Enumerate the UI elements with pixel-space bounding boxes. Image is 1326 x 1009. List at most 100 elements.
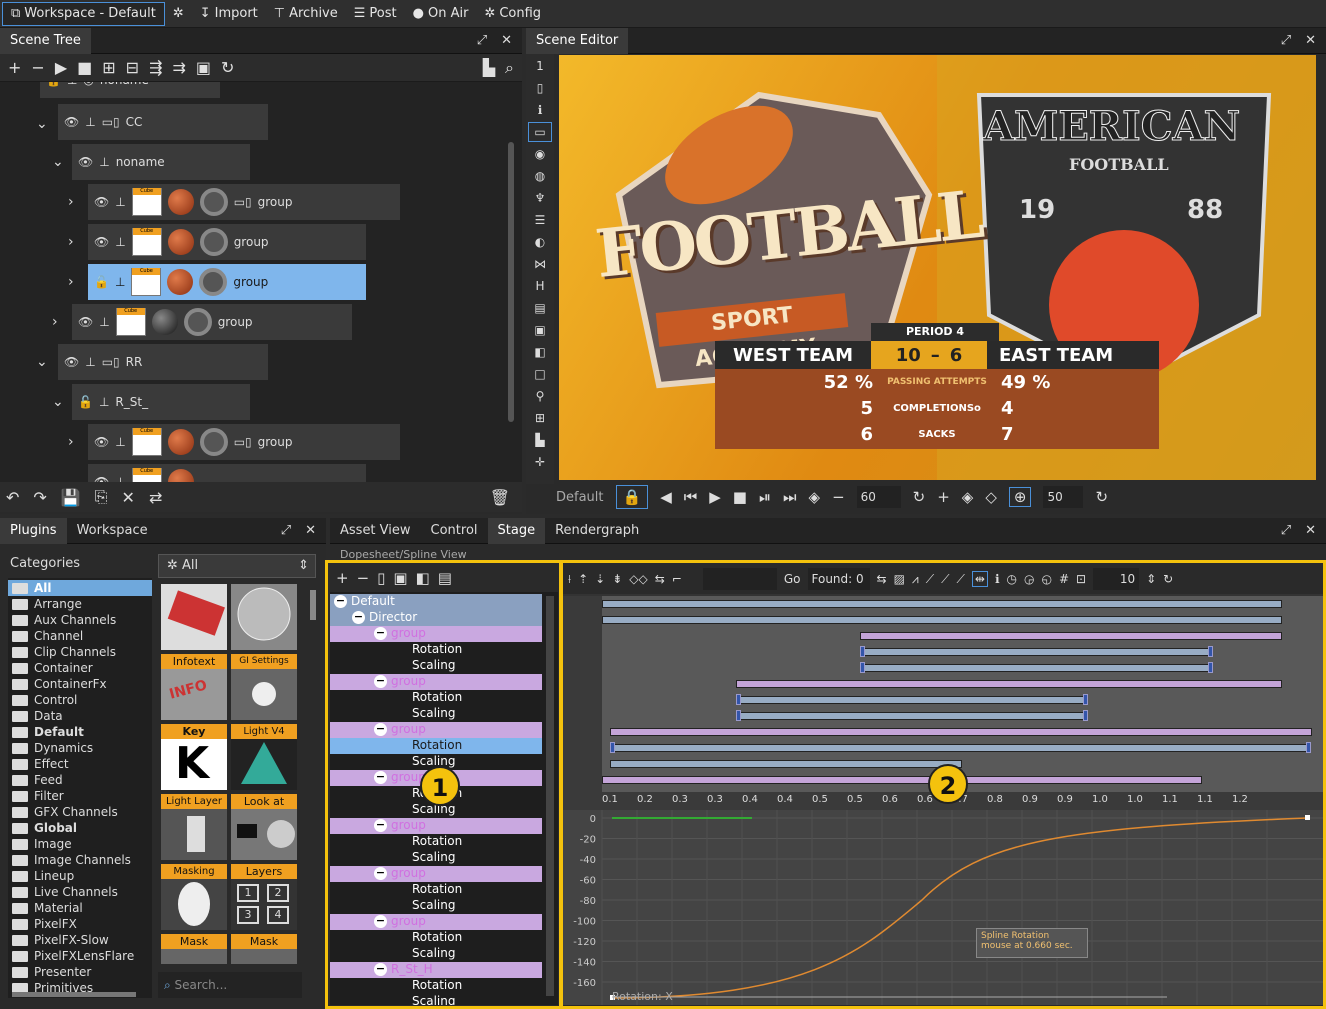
category-item[interactable]: Image Channels — [8, 852, 152, 868]
plugin-tile-light-v4[interactable]: Light V4 — [231, 724, 297, 790]
loop2-icon[interactable]: ↻ — [1095, 488, 1108, 506]
category-item[interactable]: Data — [8, 708, 152, 724]
trash-icon[interactable]: 🗑 — [490, 488, 510, 507]
category-item[interactable]: Arrange — [8, 596, 152, 612]
import-menu[interactable]: ↧ Import — [192, 0, 266, 28]
category-hscrollbar[interactable] — [12, 992, 136, 997]
tab-workspace[interactable]: Workspace — [67, 518, 158, 544]
eye-icon[interactable]: 👁 — [64, 115, 79, 129]
plus-icon[interactable]: + — [937, 488, 950, 506]
close-icon[interactable]: ✕ — [305, 523, 316, 538]
stop-icon[interactable]: ■ — [733, 488, 747, 506]
snap-icon[interactable]: ⊕ — [1008, 487, 1032, 507]
rect-icon[interactable]: □ — [528, 364, 552, 384]
category-item[interactable]: Live Channels — [8, 884, 152, 900]
maximize-icon[interactable]: ⤢ — [477, 33, 487, 48]
chevron-down-icon[interactable]: ⌄ — [52, 394, 64, 410]
minus-icon[interactable]: − — [832, 488, 845, 506]
tree-node-rr[interactable]: 👁 ⊥ ▭▯ RR — [58, 344, 268, 380]
search-icon[interactable]: ⌕ — [505, 58, 514, 78]
tab-stage[interactable]: Stage — [487, 517, 546, 544]
chevron-right-icon[interactable]: › — [68, 274, 74, 290]
save-all-icon[interactable]: ⎘ — [95, 487, 108, 507]
director-default[interactable]: Default — [556, 490, 604, 505]
tree-node-group-2[interactable]: 👁⊥group — [88, 224, 366, 260]
step-forward-icon[interactable]: ⏯ — [759, 488, 771, 506]
close-icon[interactable]: ✕ — [1305, 523, 1316, 538]
tree-node-group-3-selected[interactable]: 🔓⊥group — [88, 264, 366, 300]
category-item[interactable]: ContainerFx — [8, 676, 152, 692]
category-item[interactable]: Dynamics — [8, 740, 152, 756]
tree-node-noname[interactable]: 👁 ⊥ noname — [72, 144, 250, 180]
undo-icon[interactable]: ↶ — [6, 488, 19, 507]
render-icon[interactable]: ◍ — [528, 166, 552, 186]
chevron-right-icon[interactable]: › — [68, 194, 74, 210]
category-item[interactable]: Default — [8, 724, 152, 740]
plugin-tile-look-at[interactable]: Look at — [231, 794, 297, 860]
sliders-icon[interactable]: ☰ — [528, 210, 552, 230]
layout-icon[interactable]: ▯ — [528, 78, 552, 98]
tab-scene-tree[interactable]: Scene Tree — [0, 27, 91, 54]
tree-node-group-4[interactable]: 👁⊥group — [72, 304, 352, 340]
plugin-tile-light-layer[interactable]: Light Layer — [161, 794, 227, 860]
config-menu[interactable]: ✲ Config — [476, 0, 549, 28]
add-icon[interactable]: + — [8, 58, 21, 77]
tab-scene-editor[interactable]: Scene Editor — [526, 27, 629, 54]
eye-icon[interactable]: 👁 — [94, 475, 109, 482]
screen-icon[interactable]: ▭ — [528, 122, 552, 142]
category-item[interactable]: Presenter — [8, 964, 152, 980]
tree-merge-icon[interactable]: ⇉ — [172, 58, 185, 77]
chevron-down-icon[interactable]: ⌄ — [52, 154, 64, 170]
go-start-icon[interactable]: ⏮ — [684, 488, 698, 506]
eye-icon[interactable]: 👁 — [94, 435, 109, 449]
remove-icon[interactable]: − — [31, 58, 44, 77]
tree-node-group-5[interactable]: 👁⊥▭▯group — [88, 424, 400, 460]
category-item[interactable]: Clip Channels — [8, 644, 152, 660]
tree-node-noname-top[interactable]: 🔓⊥◎noname — [40, 82, 220, 98]
nodes-icon[interactable]: ⋈ — [528, 254, 552, 274]
maximize-icon[interactable]: ⤢ — [1281, 523, 1291, 538]
tab-plugins[interactable]: Plugins — [0, 517, 67, 544]
plugin-tile-mask-2[interactable]: Mask — [231, 934, 297, 964]
plugin-tile-mask-1[interactable]: Mask — [161, 934, 227, 964]
settings-gear-icon[interactable]: ✲ — [165, 0, 192, 28]
plugin-tile-key[interactable]: Key K — [161, 724, 227, 790]
category-item[interactable]: Material — [8, 900, 152, 916]
category-item[interactable]: Aux Channels — [8, 612, 152, 628]
category-item[interactable]: All — [8, 580, 152, 596]
plugin-search-input[interactable]: ⌕ Search... — [158, 972, 302, 998]
info-icon[interactable]: ℹ — [528, 100, 552, 120]
mask-icon[interactable]: ◐ — [528, 232, 552, 252]
grid-icon[interactable]: ⊞ — [528, 408, 552, 428]
loop-icon[interactable]: ↻ — [913, 488, 926, 506]
category-item[interactable]: PixelFXLensFlare — [8, 948, 152, 964]
category-item[interactable]: Global — [8, 820, 152, 836]
category-item[interactable]: Filter — [8, 788, 152, 804]
tab-asset-view[interactable]: Asset View — [330, 518, 421, 544]
category-filter-select[interactable]: ✲ All ⇕ — [158, 554, 316, 578]
chevron-down-icon[interactable]: ⌄ — [36, 354, 48, 370]
tree-expand-icon[interactable]: ⊞ — [102, 58, 115, 77]
maximize-icon[interactable]: ⤢ — [281, 523, 291, 538]
category-item[interactable]: Control — [8, 692, 152, 708]
eye-icon[interactable]: 👁 — [94, 195, 109, 209]
delete-icon[interactable]: ✕ — [122, 488, 135, 507]
stats-icon[interactable]: ▙ — [483, 58, 495, 77]
go-end-icon[interactable]: ⏭ — [783, 488, 797, 506]
workspace-selector[interactable]: ⧉ Workspace - Default — [2, 1, 165, 26]
chevron-down-icon[interactable]: ⌄ — [36, 116, 48, 132]
keyframe-icon[interactable]: ◈ — [809, 488, 821, 506]
archive-menu[interactable]: ⊤ Archive — [266, 0, 346, 28]
refresh-icon[interactable]: ↻ — [221, 58, 234, 77]
eye-icon[interactable]: 👁 — [64, 355, 79, 369]
lock-icon[interactable]: 🔒 — [615, 485, 649, 509]
tab-control[interactable]: Control — [421, 518, 488, 544]
plugin-tile-infotext[interactable]: Infotext INFO — [161, 654, 227, 720]
play-icon[interactable]: ▶ — [55, 58, 67, 77]
safe-area-icon[interactable]: ▤ — [528, 298, 552, 318]
category-item[interactable]: PixelFX-Slow — [8, 932, 152, 948]
onair-menu[interactable]: ● On Air — [405, 0, 477, 28]
camera-icon[interactable]: ◉ — [528, 144, 552, 164]
category-list[interactable]: All Arrange Aux Channels Channel Clip Channe… — [8, 578, 152, 998]
keyframe-marker-icon[interactable]: ◇ — [985, 488, 997, 506]
